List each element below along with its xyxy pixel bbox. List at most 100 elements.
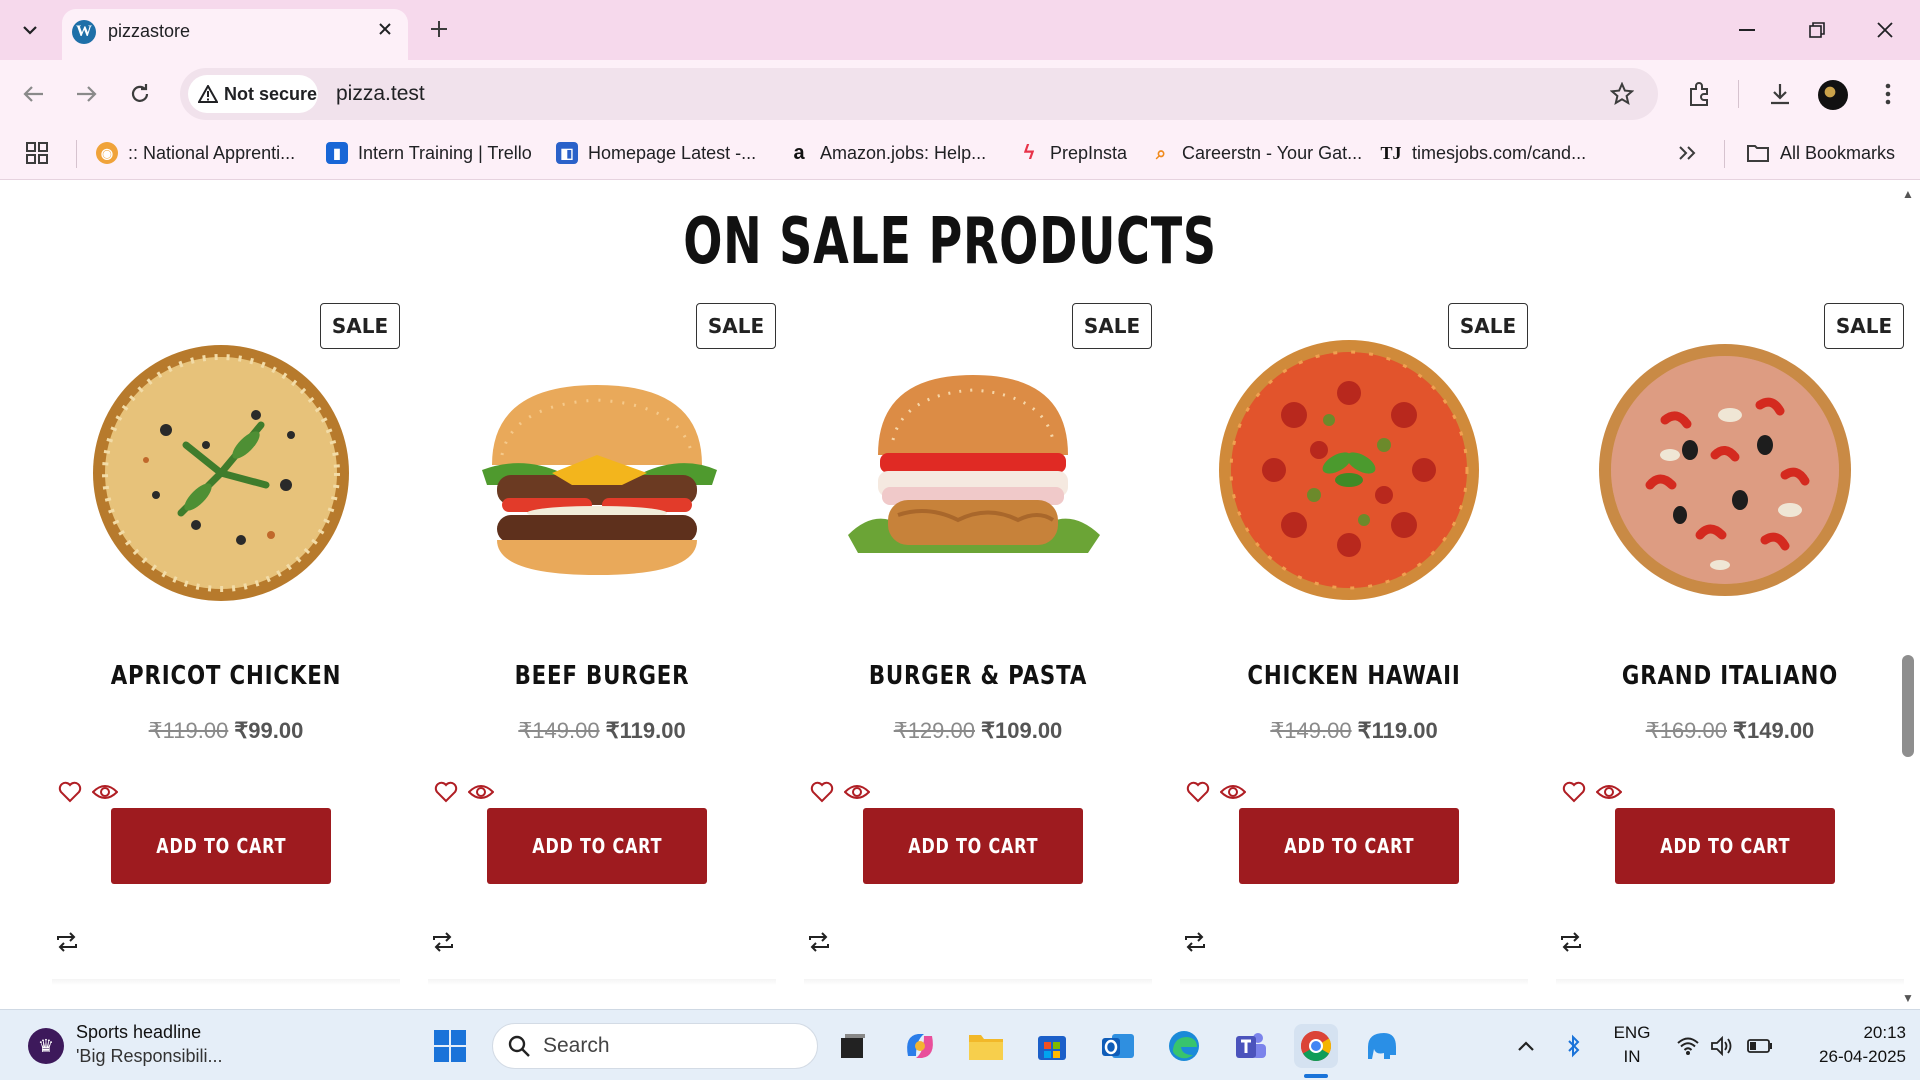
chicken-burger-icon[interactable] [838,335,1108,605]
windows-taskbar: ♛ Sports headline 'Big Responsibili... S… [0,1009,1920,1080]
add-to-cart-label: ADD TO CART [155,834,287,858]
close-window-button[interactable] [1860,12,1910,48]
wishlist-button[interactable] [1183,777,1213,807]
copilot-icon [907,1034,933,1058]
url-text[interactable]: pizza.test [336,82,425,106]
file-explorer-button[interactable] [964,1024,1008,1068]
store-icon [1038,1036,1066,1060]
scroll-up-button[interactable]: ▲ [1900,186,1916,202]
downloads-button[interactable] [1762,76,1798,112]
new-tab-button[interactable] [424,14,454,44]
pepperoni-pizza-icon[interactable] [1214,335,1484,605]
bookmark-trello[interactable]: ▮ Intern Training | Trello [326,138,532,168]
add-to-cart-button[interactable]: ADD TO CART [111,808,331,884]
add-to-cart-label: ADD TO CART [907,834,1039,858]
more-bookmarks-button[interactable] [1678,138,1696,168]
browser-menu-button[interactable] [1870,76,1906,112]
heart-icon [434,781,458,803]
bookmark-amazon-jobs[interactable]: a Amazon.jobs: Help... [788,138,986,168]
forward-button[interactable] [66,74,106,114]
compare-button[interactable] [1180,927,1210,957]
extensions-button[interactable] [1682,76,1718,112]
bookmark-homepage[interactable]: ◧ Homepage Latest -... [556,138,756,168]
edge-button[interactable] [1162,1024,1206,1068]
product-card[interactable]: SALE GRAND ITALIANO ₹169.00 ₹149.00 ADD … [1548,303,1912,993]
add-to-cart-button[interactable]: ADD TO CART [487,808,707,884]
tab-search-button[interactable] [10,10,50,50]
product-name[interactable]: APRICOT CHICKEN [77,661,375,691]
all-bookmarks-button[interactable]: All Bookmarks [1746,138,1895,168]
browser-toolbar: Not secure pizza.test [0,60,1920,128]
teams-button[interactable] [1228,1024,1272,1068]
scroll-down-button[interactable]: ▼ [1900,990,1916,1006]
card-divider [52,979,400,985]
add-to-cart-button[interactable]: ADD TO CART [863,808,1083,884]
beef-burger-icon[interactable] [462,335,732,605]
arrow-right-icon [77,86,97,102]
product-card[interactable]: SALE BEEF BURGER ₹149.00 ₹119.00 ADD TO C… [420,303,784,993]
reload-button[interactable] [120,74,160,114]
volume-icon [1711,1036,1732,1056]
quick-view-button[interactable] [1218,777,1248,807]
compare-button[interactable] [52,927,82,957]
compare-button[interactable] [804,927,834,957]
quick-view-button[interactable] [842,777,872,807]
product-name[interactable]: CHICKEN HAWAII [1205,661,1503,691]
compare-button[interactable] [428,927,458,957]
news-widget-subtitle[interactable]: 'Big Responsibili... [76,1046,223,1067]
bookmark-timesjobs[interactable]: TJ timesjobs.com/cand... [1380,138,1586,168]
outlook-button[interactable] [1096,1024,1140,1068]
clock-time[interactable]: 20:13 [1780,1023,1906,1043]
search-icon [508,1035,530,1057]
product-card[interactable]: SALE APRICOT CHICKEN ₹119.00 ₹99.00 ADD T… [44,303,408,993]
site-info-button[interactable]: Not secure [188,75,318,113]
bookmark-national-apprenticeship[interactable]: ◉ :: National Apprenti... [96,138,295,168]
bookmark-star-button[interactable] [1604,76,1640,112]
show-hidden-icons-button[interactable] [1504,1024,1548,1068]
premier-league-icon[interactable]: ♛ [28,1028,64,1064]
outlook-icon [1102,1034,1134,1058]
compare-button[interactable] [1556,927,1586,957]
battery-button[interactable] [1738,1024,1782,1068]
scrollbar-thumb[interactable] [1902,655,1914,757]
elephant-app-button[interactable] [1360,1024,1404,1068]
price-row: ₹129.00 ₹109.00 [796,718,1160,744]
bookmark-careerstn[interactable]: ⌕ Careerstn - Your Gat... [1150,138,1362,168]
add-to-cart-button[interactable]: ADD TO CART [1615,808,1835,884]
quick-view-button[interactable] [90,777,120,807]
quick-view-button[interactable] [1594,777,1624,807]
pizza-olive-icon[interactable] [86,335,356,605]
add-to-cart-button[interactable]: ADD TO CART [1239,808,1459,884]
product-name[interactable]: GRAND ITALIANO [1581,661,1879,691]
news-widget-title[interactable]: Sports headline [76,1022,201,1043]
language-indicator[interactable]: ENG [1606,1023,1658,1043]
bluetooth-button[interactable] [1552,1024,1596,1068]
product-name[interactable]: BURGER & PASTA [829,661,1127,691]
minimize-button[interactable] [1722,12,1772,48]
taskbar-search[interactable]: Search [492,1023,818,1069]
task-view-button[interactable] [830,1024,874,1068]
restore-button[interactable] [1792,12,1842,48]
region-indicator[interactable]: IN [1606,1047,1658,1067]
apps-button[interactable] [26,138,48,168]
copilot-button[interactable] [898,1024,942,1068]
wishlist-button[interactable] [431,777,461,807]
wishlist-button[interactable] [807,777,837,807]
italiano-pizza-icon[interactable] [1590,335,1860,605]
product-card[interactable]: SALE BURGER & PASTA ₹129.00 ₹109.00 ADD T… [796,303,1160,993]
product-card[interactable]: SALE CHICKEN HAWAII ₹149.00 ₹119.00 ADD T… [1172,303,1536,993]
wishlist-button[interactable] [55,777,85,807]
start-button[interactable] [428,1024,472,1068]
microsoft-store-button[interactable] [1030,1024,1074,1068]
quick-view-button[interactable] [466,777,496,807]
bookmark-label: Intern Training | Trello [358,142,532,163]
more-vertical-icon [1885,83,1891,105]
chrome-button[interactable] [1294,1024,1338,1068]
bookmark-prepinsta[interactable]: ϟ PrepInsta [1018,138,1127,168]
back-button[interactable] [14,74,54,114]
product-name[interactable]: BEEF BURGER [453,661,751,691]
profile-avatar[interactable] [1818,80,1848,110]
wishlist-button[interactable] [1559,777,1589,807]
clock-date[interactable]: 26-04-2025 [1780,1047,1906,1067]
close-tab-button[interactable] [372,16,398,42]
